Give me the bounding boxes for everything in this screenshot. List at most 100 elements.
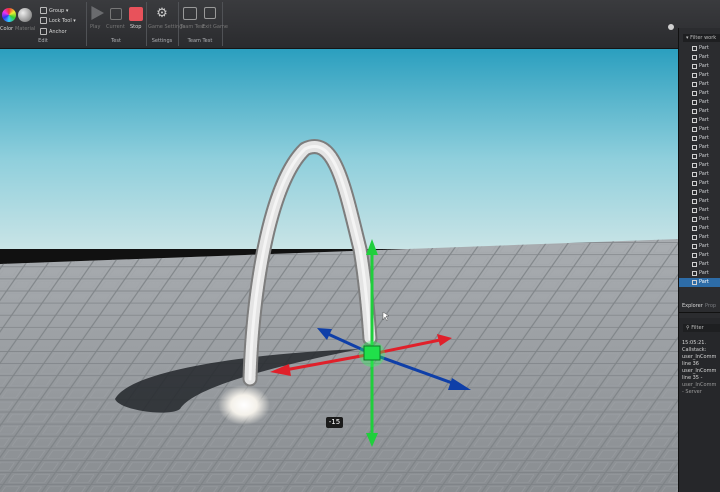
lock-tool-button[interactable]: Lock Tool ▾ <box>40 17 76 24</box>
explorer-item-label: Part <box>699 162 709 168</box>
part-icon <box>692 271 697 276</box>
toolbar-gear-icon[interactable] <box>668 24 674 30</box>
part-icon <box>692 208 697 213</box>
3d-viewport[interactable]: -15 <box>0 49 678 492</box>
part-icon <box>692 91 697 96</box>
explorer-item-label: Part <box>699 234 709 240</box>
explorer-item-part[interactable]: Part <box>679 107 720 116</box>
part-icon <box>692 235 697 240</box>
output-line: user_InComm <box>682 382 717 388</box>
explorer-item-part[interactable]: Part <box>679 80 720 89</box>
output-panel: ⚲ Filter 15:05:21. Callstack: user_InComm l… <box>679 318 720 492</box>
explorer-item-part[interactable]: Part <box>679 179 720 188</box>
output-line: user_InComm <box>682 368 717 374</box>
explorer-item-part[interactable]: Part <box>679 71 720 80</box>
part-icon <box>692 46 697 51</box>
explorer-item-part[interactable]: Part <box>679 278 720 287</box>
explorer-item-part[interactable]: Part <box>679 251 720 260</box>
explorer-item-part[interactable]: Part <box>679 62 720 71</box>
tab-properties[interactable]: Prop <box>705 300 716 312</box>
anchor-button[interactable]: Anchor <box>40 28 67 35</box>
output-line: Callstack: <box>682 347 707 353</box>
explorer-item-part[interactable]: Part <box>679 125 720 134</box>
output-line: line 36 <box>682 361 699 367</box>
resume-button[interactable]: Current <box>106 24 125 30</box>
color-button[interactable]: Color <box>0 26 13 32</box>
tab-explorer[interactable]: Explorer <box>682 300 703 312</box>
play-icon[interactable] <box>91 6 104 20</box>
drag-value-badge: -15 <box>326 417 343 428</box>
explorer-item-part[interactable]: Part <box>679 116 720 125</box>
explorer-item-label: Part <box>699 153 709 159</box>
part-icon <box>692 145 697 150</box>
glowing-part[interactable] <box>218 385 270 425</box>
explorer-item-part[interactable]: Part <box>679 260 720 269</box>
output-line: - Server <box>682 389 702 395</box>
right-panel: ▾ Filter work Part Part Part Part Part Part Pa… <box>678 28 720 492</box>
team-test-icon[interactable] <box>183 7 197 20</box>
explorer-item-part[interactable]: Part <box>679 170 720 179</box>
lock-icon <box>40 17 47 24</box>
explorer-item-part[interactable]: Part <box>679 269 720 278</box>
explorer-item-part[interactable]: Part <box>679 197 720 206</box>
gear-icon[interactable]: ⚙ <box>155 7 169 21</box>
part-icon <box>692 217 697 222</box>
part-icon <box>692 82 697 87</box>
explorer-item-part[interactable]: Part <box>679 44 720 53</box>
explorer-item-label: Part <box>699 90 709 96</box>
output-filter-input[interactable]: ⚲ Filter <box>683 324 720 332</box>
ribbon-group-test: Play Current Stop Test <box>86 2 147 46</box>
explorer-item-part[interactable]: Part <box>679 188 720 197</box>
ribbon-toolbar: Color Material Group ▾ Lock Tool ▾ Ancho… <box>0 0 720 49</box>
exit-game-icon[interactable] <box>204 7 216 19</box>
material-button[interactable]: Material <box>15 26 35 32</box>
group-label-test: Test <box>111 38 121 44</box>
stop-icon[interactable] <box>129 7 143 21</box>
anchor-icon <box>40 28 47 35</box>
part-icon <box>692 226 697 231</box>
play-button[interactable]: Play <box>90 24 100 30</box>
explorer-item-part[interactable]: Part <box>679 224 720 233</box>
stop-button[interactable]: Stop <box>130 24 141 30</box>
grid <box>0 239 678 492</box>
explorer-item-label: Part <box>699 117 709 123</box>
output-line: user_InComm <box>682 354 717 360</box>
explorer-item-label: Part <box>699 225 709 231</box>
material-sphere-icon[interactable] <box>18 8 32 22</box>
explorer-item-label: Part <box>699 81 709 87</box>
explorer-item-part[interactable]: Part <box>679 143 720 152</box>
explorer-item-label: Part <box>699 126 709 132</box>
selected-part[interactable] <box>363 345 381 361</box>
part-icon <box>692 118 697 123</box>
explorer-filter-input[interactable]: ▾ Filter work <box>683 34 720 42</box>
panel-tabs: Explorer Prop <box>679 300 720 313</box>
explorer-item-label: Part <box>699 54 709 60</box>
part-icon <box>692 73 697 78</box>
color-swatch-icon[interactable] <box>2 8 16 22</box>
part-icon <box>692 109 697 114</box>
part-icon <box>692 280 697 285</box>
explorer-item-part[interactable]: Part <box>679 233 720 242</box>
explorer-item-part[interactable]: Part <box>679 152 720 161</box>
explorer-item-label: Part <box>699 45 709 51</box>
resume-icon[interactable] <box>110 8 122 20</box>
explorer-item-part[interactable]: Part <box>679 53 720 62</box>
team-test-button[interactable]: Team Test <box>180 24 205 30</box>
explorer-item-part[interactable]: Part <box>679 206 720 215</box>
explorer-item-part[interactable]: Part <box>679 215 720 224</box>
exit-game-button[interactable]: Exit Game <box>202 24 228 30</box>
explorer-tree: Part Part Part Part Part Part Part Part Part Part… <box>679 44 720 298</box>
explorer-item-part[interactable]: Part <box>679 161 720 170</box>
part-icon <box>692 253 697 258</box>
explorer-item-part[interactable]: Part <box>679 98 720 107</box>
explorer-item-part[interactable]: Part <box>679 89 720 98</box>
explorer-item-label: Part <box>699 207 709 213</box>
explorer-item-part[interactable]: Part <box>679 134 720 143</box>
part-icon <box>692 136 697 141</box>
group-button[interactable]: Group ▾ <box>40 7 68 14</box>
explorer-item-label: Part <box>699 261 709 267</box>
part-icon <box>692 127 697 132</box>
explorer-item-part[interactable]: Part <box>679 242 720 251</box>
explorer-item-label: Part <box>699 279 709 285</box>
explorer-item-label: Part <box>699 171 709 177</box>
